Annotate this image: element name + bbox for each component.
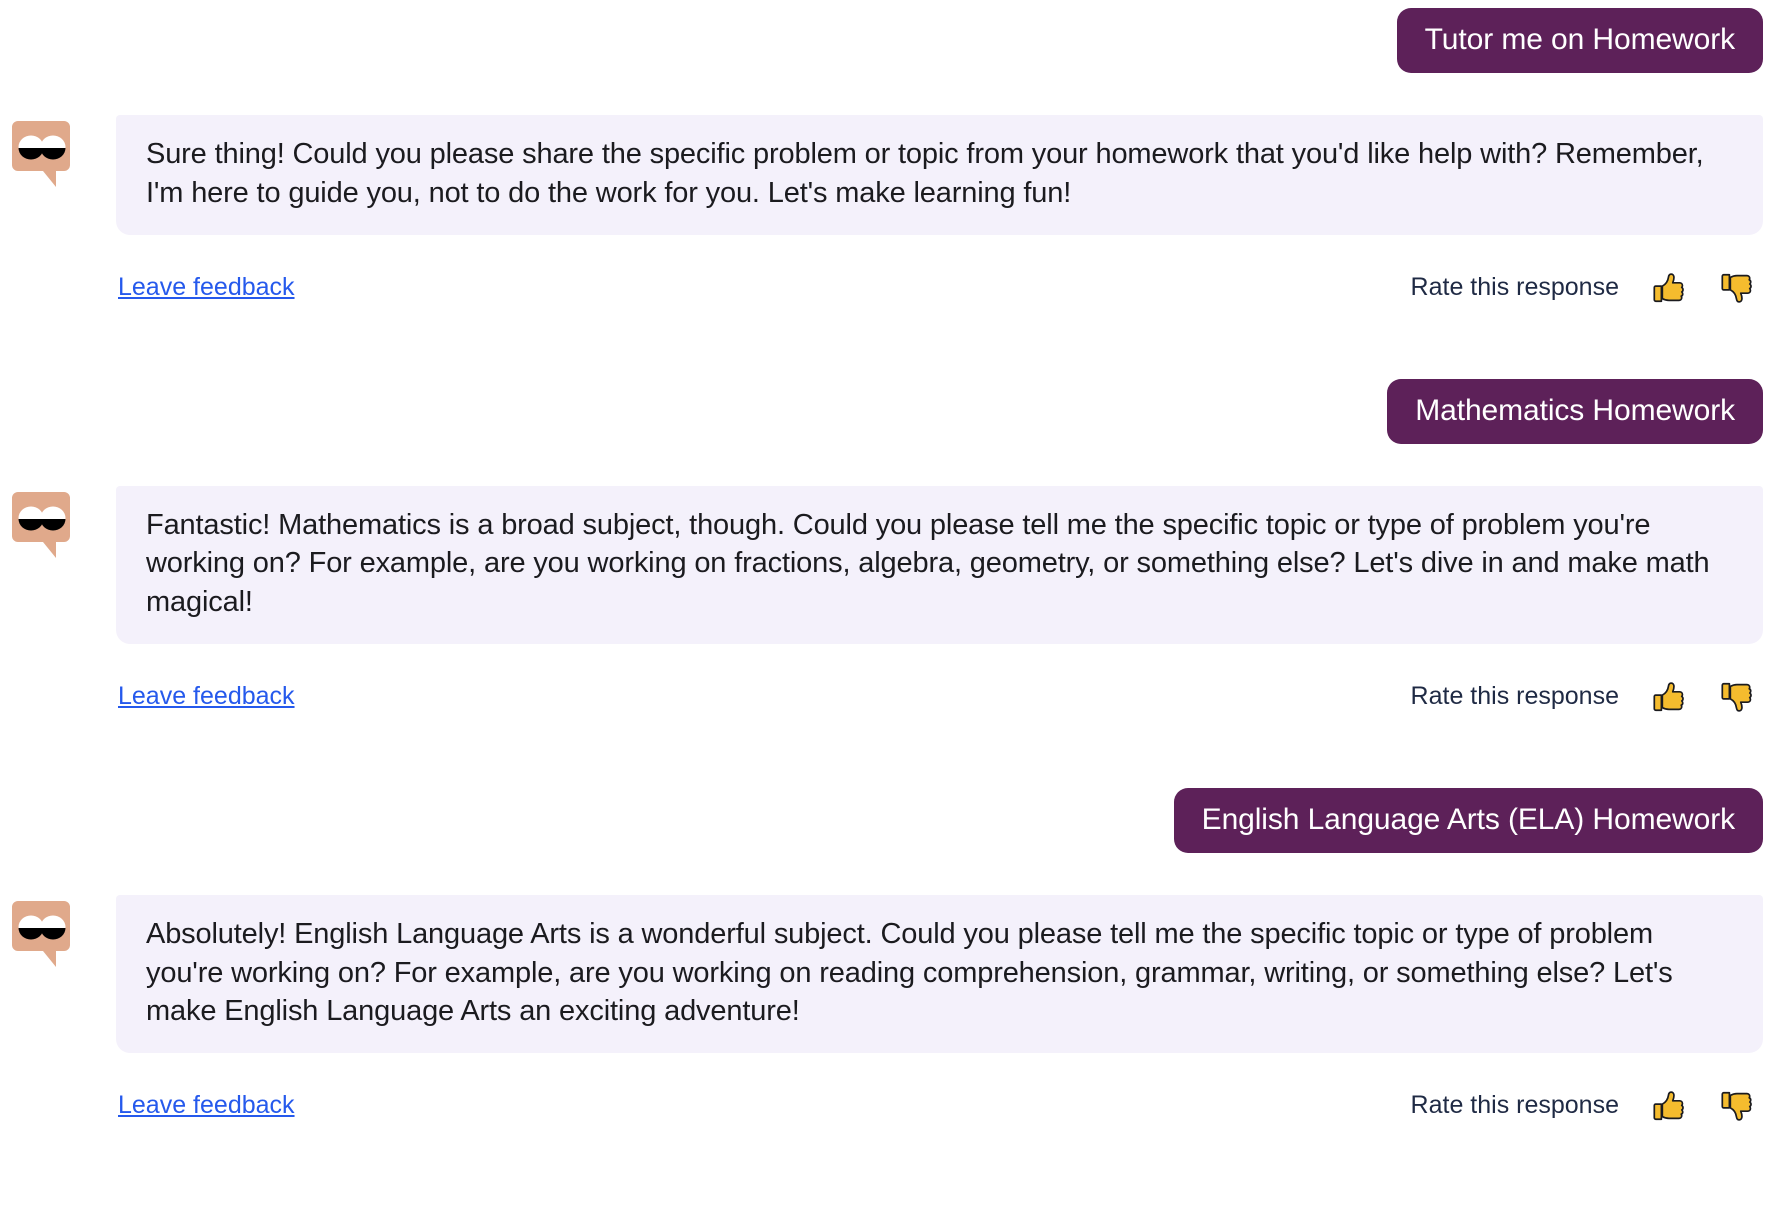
bot-avatar-eyes-icon [12, 900, 70, 967]
rate-response-group: Rate this response [1410, 260, 1763, 315]
feedback-row: Leave feedback Rate this response [0, 1078, 1789, 1133]
rate-response-group: Rate this response [1410, 1078, 1763, 1133]
bot-message-text: Sure thing! Could you please share the s… [146, 138, 1704, 209]
bot-message-text: Fantastic! Mathematics is a broad subjec… [146, 508, 1710, 619]
rate-response-label: Rate this response [1410, 682, 1619, 711]
thumbs-up-button[interactable] [1641, 1078, 1695, 1133]
rate-response-group: Rate this response [1410, 669, 1763, 724]
bot-message-row: Absolutely! English Language Arts is a w… [0, 894, 1789, 1053]
thumbs-up-icon [1653, 681, 1684, 711]
thumbs-down-icon [1721, 682, 1752, 712]
leave-feedback-link[interactable]: Leave feedback [118, 1093, 295, 1118]
bot-message-bubble: Sure thing! Could you please share the s… [116, 115, 1763, 235]
thumbs-up-button[interactable] [1641, 669, 1695, 724]
bot-message-row: Fantastic! Mathematics is a broad subjec… [0, 485, 1789, 644]
bot-message-row: Sure thing! Could you please share the s… [0, 115, 1789, 235]
thumbs-up-icon [1653, 1090, 1684, 1120]
thumbs-down-button[interactable] [1709, 669, 1763, 724]
user-message-row: Tutor me on Homework [0, 0, 1789, 74]
thumbs-up-icon [1653, 272, 1684, 302]
bot-message-bubble: Fantastic! Mathematics is a broad subjec… [116, 485, 1763, 644]
user-message-bubble: English Language Arts (ELA) Homework [1173, 787, 1763, 853]
bot-message-bubble: Absolutely! English Language Arts is a w… [116, 894, 1763, 1053]
thumbs-down-icon [1721, 273, 1752, 303]
chat-transcript: Tutor me on Homework Sure thing! Could y… [0, 0, 1789, 1133]
bot-message-text: Absolutely! English Language Arts is a w… [146, 917, 1673, 1028]
user-message-row: English Language Arts (ELA) Homework [0, 787, 1789, 853]
feedback-row: Leave feedback Rate this response [0, 669, 1789, 724]
leave-feedback-link[interactable]: Leave feedback [118, 684, 295, 709]
bot-avatar-eyes-icon [12, 121, 70, 188]
user-message-bubble: Mathematics Homework [1387, 378, 1763, 444]
thumbs-down-button[interactable] [1709, 260, 1763, 315]
user-message-bubble: Tutor me on Homework [1396, 8, 1763, 74]
leave-feedback-link[interactable]: Leave feedback [118, 275, 295, 300]
thumbs-down-button[interactable] [1709, 1078, 1763, 1133]
rate-response-label: Rate this response [1410, 273, 1619, 302]
bot-avatar-eyes-icon [12, 491, 70, 558]
rate-response-label: Rate this response [1410, 1091, 1619, 1120]
user-message-row: Mathematics Homework [0, 378, 1789, 444]
thumbs-down-icon [1721, 1091, 1752, 1121]
thumbs-up-button[interactable] [1641, 260, 1695, 315]
feedback-row: Leave feedback Rate this response [0, 260, 1789, 315]
